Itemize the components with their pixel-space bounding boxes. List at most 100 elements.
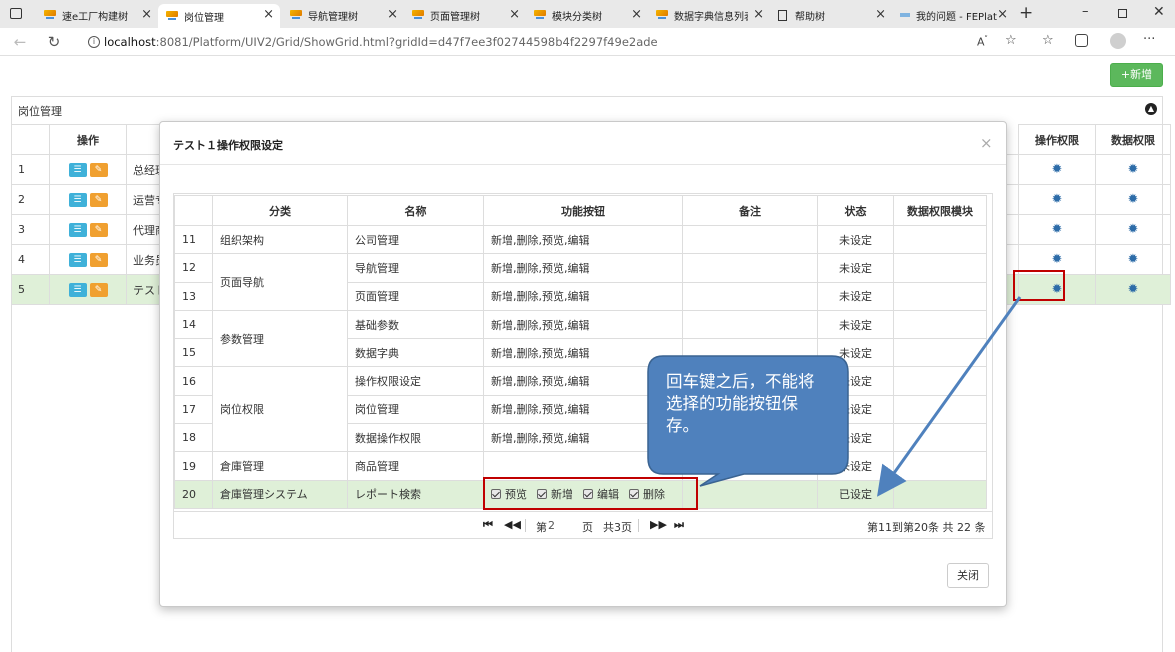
site-info-icon[interactable]: i: [88, 36, 100, 48]
close-button[interactable]: 关闭: [947, 563, 989, 588]
row-remark[interactable]: [682, 451, 818, 481]
tab-actions-icon[interactable]: [10, 8, 22, 19]
list-icon[interactable]: ☰: [68, 162, 87, 177]
url-field[interactable]: localhost:8081/Platform/UIV2/Grid/ShowGr…: [104, 34, 984, 50]
tab-close-icon[interactable]: ×: [753, 7, 764, 23]
gear-icon[interactable]: ✹: [1052, 252, 1063, 267]
browser-tab[interactable]: 模块分类树 ×: [526, 4, 648, 26]
edit-icon[interactable]: ✎: [89, 222, 108, 237]
row-category: 参数管理: [212, 309, 348, 368]
collections-icon[interactable]: [1075, 34, 1088, 47]
first-page-icon[interactable]: ⏮: [483, 518, 493, 532]
favorites-list-icon[interactable]: ☆: [1042, 33, 1054, 48]
browser-tab-active[interactable]: 岗位管理 ×: [158, 4, 280, 28]
gear-icon[interactable]: ✹: [1128, 222, 1139, 237]
list-icon[interactable]: ☰: [68, 282, 87, 297]
table-row[interactable]: 11 组织架构 公司管理 新增,删除,预览,编辑 未设定: [174, 224, 987, 255]
row-buttons[interactable]: 新增,删除,预览,编辑: [483, 224, 683, 255]
edit-icon[interactable]: ✎: [89, 252, 108, 267]
gear-icon[interactable]: ✹: [1128, 162, 1139, 177]
refresh-icon[interactable]: ↻: [44, 33, 64, 51]
new-tab-icon[interactable]: +: [1019, 3, 1033, 23]
gear-icon[interactable]: ✹: [1128, 192, 1139, 207]
back-icon[interactable]: ←: [10, 33, 30, 51]
more-menu-icon[interactable]: ···: [1143, 32, 1155, 47]
collapse-up-icon[interactable]: ▲: [1145, 103, 1157, 115]
add-new-button[interactable]: +新增: [1110, 63, 1163, 87]
col-category: 分类: [212, 195, 348, 226]
window-close-icon[interactable]: ✕: [1153, 4, 1165, 20]
profile-avatar[interactable]: [1110, 33, 1126, 49]
row-buttons[interactable]: 新增,删除,预览,编辑: [483, 309, 683, 340]
tab-close-icon[interactable]: ×: [875, 7, 886, 23]
tab-close-icon[interactable]: ×: [387, 7, 398, 23]
row-buttons[interactable]: 新增,删除,预览,编辑: [483, 338, 683, 368]
col-name: 名称: [347, 195, 484, 226]
browser-tab-strip: 速e工厂构建树 × 岗位管理 × 导航管理树 × 页面管理树 × 模块分类树 × 数据字典…: [0, 0, 1175, 28]
next-page-icon[interactable]: ▶▶: [650, 518, 667, 531]
browser-tab[interactable]: 页面管理树 ×: [404, 4, 526, 26]
tab-close-icon[interactable]: ×: [263, 7, 274, 23]
tab-label: 帮助树: [795, 11, 825, 23]
edit-icon[interactable]: ✎: [89, 162, 108, 177]
tab-close-icon[interactable]: ×: [141, 7, 152, 23]
browser-tab[interactable]: 数据字典信息列表 ×: [648, 4, 770, 26]
row-no: 20: [174, 479, 213, 509]
row-status: 未设定: [817, 253, 894, 283]
row-remark[interactable]: [682, 253, 818, 283]
tab-close-icon[interactable]: ×: [997, 7, 1008, 23]
gear-icon[interactable]: ✹: [1052, 222, 1063, 237]
prev-page-icon[interactable]: ◀◀: [504, 518, 521, 531]
modal-close-icon[interactable]: ×: [980, 134, 993, 152]
row-no: 2: [11, 184, 50, 215]
list-icon[interactable]: ☰: [68, 192, 87, 207]
tab-close-icon[interactable]: ×: [509, 7, 520, 23]
list-icon[interactable]: ☰: [68, 222, 87, 237]
row-buttons[interactable]: 新增,删除,预览,编辑: [483, 423, 683, 453]
row-remark[interactable]: [682, 479, 818, 509]
row-buttons[interactable]: 新增,删除,预览,编辑: [483, 394, 683, 425]
row-no: 14: [174, 309, 213, 340]
feplat-favicon-icon: [900, 13, 910, 17]
col-no: [11, 124, 50, 155]
row-data-module: [893, 394, 987, 425]
row-buttons[interactable]: 新增,删除,预览,编辑: [483, 253, 683, 283]
gear-icon[interactable]: ✹: [1128, 282, 1139, 297]
row-name: 公司管理: [347, 224, 484, 255]
tab-close-icon[interactable]: ×: [631, 7, 642, 23]
table-row[interactable]: 12 页面导航 导航管理 新增,删除,预览,编辑 未设定: [174, 253, 987, 311]
list-icon[interactable]: ☰: [68, 252, 87, 267]
row-no: 5: [11, 274, 50, 305]
row-no: 4: [11, 244, 50, 275]
table-row[interactable]: 19 倉庫管理 商品管理 未设定: [174, 451, 987, 481]
gear-icon[interactable]: ✹: [1052, 192, 1063, 207]
edit-icon[interactable]: ✎: [89, 282, 108, 297]
browser-tab[interactable]: 导航管理树 ×: [282, 4, 404, 26]
browser-tab[interactable]: 我的问题 - FEPlat ×: [892, 4, 1014, 26]
favorite-icon[interactable]: ☆: [1005, 33, 1017, 48]
browser-tab[interactable]: 帮助树 ×: [770, 4, 892, 26]
row-remark[interactable]: [682, 309, 818, 340]
address-bar: ← ↻ i localhost:8081/Platform/UIV2/Grid/…: [0, 28, 1175, 56]
row-name: レポート検索: [347, 479, 484, 509]
edit-icon[interactable]: ✎: [89, 192, 108, 207]
row-remark[interactable]: [682, 338, 818, 368]
gear-icon[interactable]: ✹: [1052, 162, 1063, 177]
row-buttons[interactable]: 新增,删除,预览,编辑: [483, 366, 683, 396]
page-number-input[interactable]: 2: [548, 519, 576, 532]
restore-icon[interactable]: [1118, 9, 1127, 18]
gear-icon[interactable]: ✹: [1128, 252, 1139, 267]
row-remark[interactable]: [682, 281, 818, 311]
row-buttons[interactable]: 新增,删除,预览,编辑: [483, 281, 683, 311]
browser-tab[interactable]: 速e工厂构建树 ×: [36, 4, 158, 26]
row-no: 15: [174, 338, 213, 368]
row-buttons[interactable]: [483, 451, 683, 481]
data-perm-cell: ✹: [1095, 184, 1171, 215]
row-data-module: [893, 366, 987, 396]
minimize-icon[interactable]: –: [1082, 4, 1089, 19]
row-remark[interactable]: [682, 224, 818, 255]
table-row[interactable]: 14 参数管理 基础参数 新增,删除,预览,编辑 未设定: [174, 309, 987, 368]
last-page-icon[interactable]: ⏭: [674, 518, 684, 532]
table-row[interactable]: 16 岗位权限 操作权限设定 新增,删除,预览,编辑 未设定: [174, 366, 987, 453]
read-aloud-icon[interactable]: Aʺ: [977, 35, 988, 49]
